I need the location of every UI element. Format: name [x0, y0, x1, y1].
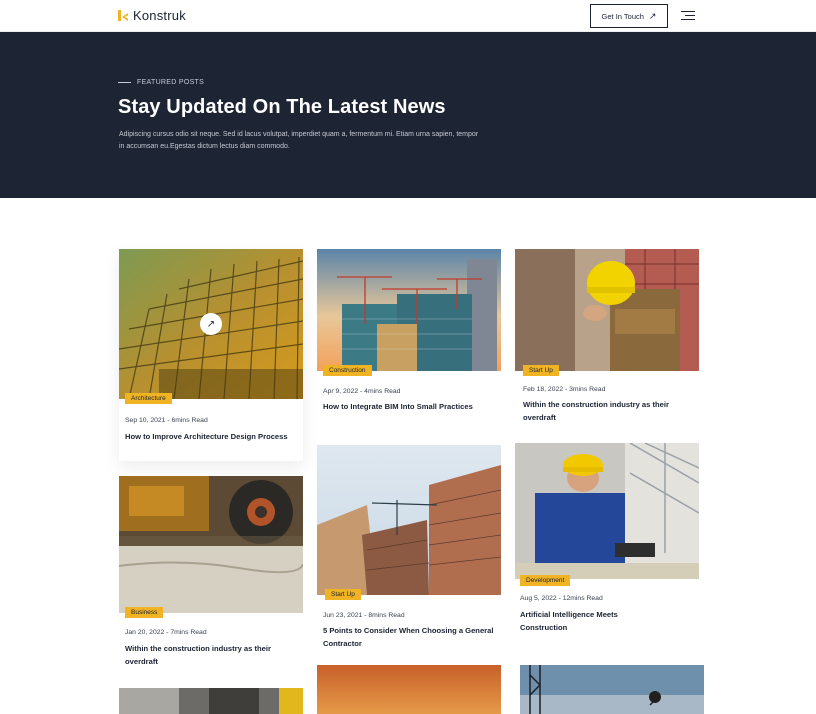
post-image[interactable]: [119, 688, 303, 714]
post-image[interactable]: [317, 665, 501, 714]
post-card[interactable]: [119, 688, 303, 714]
hero-description: Adipiscing cursus odio sit neque. Sed id…: [119, 131, 479, 150]
brand-name: Konstruk: [133, 8, 186, 23]
post-card[interactable]: Business Jan 20, 2022 - 7mins Read Withi…: [119, 476, 303, 676]
category-badge[interactable]: Development: [520, 575, 571, 586]
brand-logo[interactable]: Konstruk: [118, 8, 186, 23]
category-badge[interactable]: Construction: [323, 365, 372, 376]
category-badge[interactable]: Start Up: [523, 365, 559, 376]
post-meta: Jun 23, 2021 - 8mins Read: [323, 612, 405, 619]
site-header: Konstruk Get In Touch ↗: [0, 0, 816, 32]
post-title[interactable]: 5 Points to Consider When Choosing a Gen…: [323, 625, 499, 650]
post-title[interactable]: How to Improve Architecture Design Proce…: [125, 431, 295, 444]
hamburger-menu-icon[interactable]: [681, 11, 695, 21]
page-title: Stay Updated On The Latest News: [118, 96, 446, 118]
hero-section: FEATURED POSTS Stay Updated On The Lates…: [0, 32, 816, 198]
post-card[interactable]: ↗ Architecture Sep 10, 2021 - 6mins Read…: [119, 249, 303, 461]
post-meta: Aug 5, 2022 - 12mins Read: [520, 595, 603, 602]
brand-mark-icon: [118, 10, 128, 21]
post-title[interactable]: How to Integrate BIM Into Small Practice…: [323, 401, 473, 414]
post-meta: Feb 18, 2022 - 3mins Read: [523, 386, 606, 393]
category-badge[interactable]: Business: [125, 607, 164, 618]
post-title[interactable]: Artificial Intelligence Meets Constructi…: [520, 609, 660, 634]
post-title[interactable]: Within the construction industry as thei…: [125, 643, 285, 668]
open-post-icon[interactable]: ↗: [200, 313, 222, 335]
post-card[interactable]: Start Up Jun 23, 2021 - 8mins Read 5 Poi…: [317, 445, 501, 657]
post-card[interactable]: Development Aug 5, 2022 - 12mins Read Ar…: [515, 443, 699, 643]
post-image[interactable]: [515, 249, 699, 371]
post-card[interactable]: [520, 665, 704, 714]
category-badge[interactable]: Start Up: [325, 589, 361, 600]
post-card[interactable]: Construction Apr 9, 2022 - 4mins Read Ho…: [317, 249, 501, 429]
post-image[interactable]: [317, 445, 501, 595]
post-meta: Jan 20, 2022 - 7mins Read: [125, 629, 207, 636]
post-title[interactable]: Within the construction industry as thei…: [523, 399, 699, 424]
post-meta: Apr 9, 2022 - 4mins Read: [323, 388, 401, 395]
get-in-touch-button[interactable]: Get In Touch ↗: [590, 4, 668, 28]
get-in-touch-label: Get In Touch: [601, 11, 644, 21]
post-meta: Sep 10, 2021 - 6mins Read: [125, 417, 208, 424]
category-badge[interactable]: Architecture: [125, 393, 172, 404]
eyebrow-divider: [118, 82, 131, 83]
post-image[interactable]: [119, 476, 303, 613]
post-card[interactable]: Start Up Feb 18, 2022 - 3mins Read Withi…: [515, 249, 699, 429]
post-image[interactable]: [317, 249, 501, 371]
arrow-up-right-icon: ↗: [648, 10, 657, 21]
post-card[interactable]: [317, 665, 501, 714]
section-eyebrow: FEATURED POSTS: [118, 79, 204, 86]
post-image[interactable]: [515, 443, 699, 579]
post-image[interactable]: [520, 665, 704, 714]
eyebrow-label: FEATURED POSTS: [137, 79, 205, 86]
post-image[interactable]: ↗: [119, 249, 303, 399]
